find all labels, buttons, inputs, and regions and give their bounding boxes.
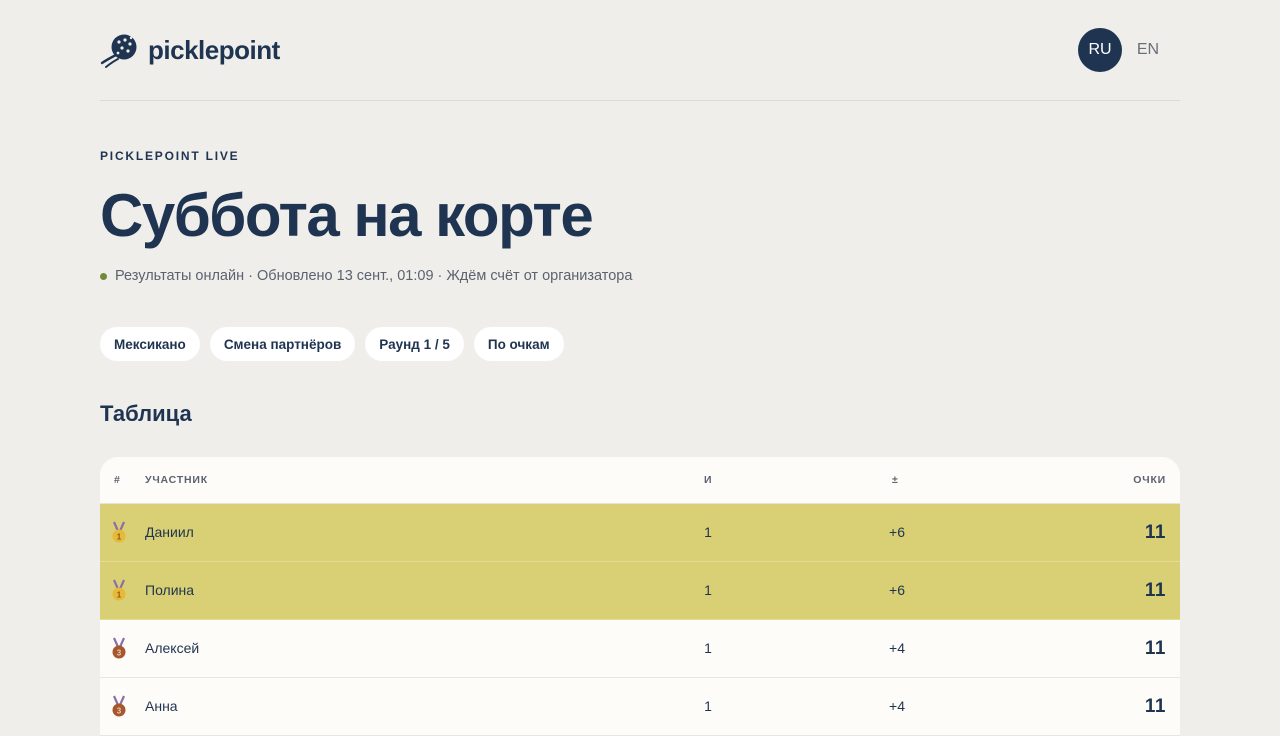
language-switcher: RU EN	[1078, 28, 1170, 72]
table-row[interactable]: 1 Полина 1 +6 11	[100, 562, 1180, 620]
chip-round[interactable]: Раунд 1 / 5	[365, 327, 464, 361]
games-played: 1	[704, 524, 712, 540]
lang-ru-button[interactable]: RU	[1078, 28, 1122, 72]
page-title: Суббота на корте	[100, 182, 594, 249]
svg-text:1: 1	[117, 533, 122, 542]
points: 11	[1144, 522, 1166, 543]
status-text: Результаты онлайн · Обновлено 13 сент., …	[115, 268, 633, 284]
chip-format[interactable]: Мексикано	[100, 327, 200, 361]
chip-sort[interactable]: По очкам	[473, 327, 564, 361]
gold-medal-icon: 1	[112, 521, 126, 543]
games-played: 1	[704, 582, 712, 598]
points: 11	[1144, 580, 1166, 601]
point-diff: +6	[889, 582, 905, 598]
live-dot-icon	[100, 272, 107, 280]
tournament-chips: Мексикано Смена партнёров Раунд 1 / 5 По…	[100, 327, 574, 361]
games-played: 1	[704, 640, 712, 656]
point-diff: +4	[889, 698, 905, 714]
header-games: И	[704, 474, 713, 486]
header-diff: ±	[892, 474, 899, 486]
table-row[interactable]: 1 Даниил 1 +6 11	[100, 504, 1180, 562]
games-played: 1	[704, 698, 712, 714]
header: picklepoint RU EN	[100, 0, 1180, 101]
pickleball-icon	[100, 34, 137, 68]
participant-name: Алексей	[145, 640, 200, 656]
gold-medal-icon: 1	[112, 579, 126, 601]
lang-en-button[interactable]: EN	[1126, 28, 1170, 72]
status-line: Результаты онлайн · Обновлено 13 сент., …	[100, 268, 632, 284]
svg-text:1: 1	[117, 591, 122, 600]
participant-name: Анна	[145, 698, 178, 714]
participant-name: Даниил	[145, 524, 194, 540]
bronze-medal-icon: 3	[112, 695, 126, 717]
point-diff: +4	[889, 640, 905, 656]
point-diff: +6	[889, 524, 905, 540]
table-row[interactable]: 3 Алексей 1 +4 11	[100, 620, 1180, 678]
bronze-medal-icon: 3	[112, 637, 126, 659]
header-participant: УЧАСТНИК	[145, 474, 208, 486]
svg-text:3: 3	[117, 707, 122, 716]
header-rank: #	[114, 474, 121, 486]
points: 11	[1144, 638, 1166, 659]
table-header: # УЧАСТНИК И ± ОЧКИ	[100, 457, 1180, 504]
logo[interactable]: picklepoint	[100, 31, 280, 69]
participant-name: Полина	[145, 582, 195, 598]
table-row[interactable]: 3 Анна 1 +4 11	[100, 678, 1180, 736]
header-points: ОЧКИ	[1133, 474, 1166, 486]
eyebrow: PICKLEPOINT LIVE	[100, 149, 240, 163]
section-title: Таблица	[100, 401, 192, 426]
chip-partners[interactable]: Смена партнёров	[209, 327, 356, 361]
svg-text:3: 3	[117, 649, 122, 658]
brand-name: picklepoint	[148, 34, 280, 65]
points: 11	[1144, 696, 1166, 717]
standings-table: # УЧАСТНИК И ± ОЧКИ 1 Даниил 1 +6 11 1 П…	[100, 457, 1180, 736]
